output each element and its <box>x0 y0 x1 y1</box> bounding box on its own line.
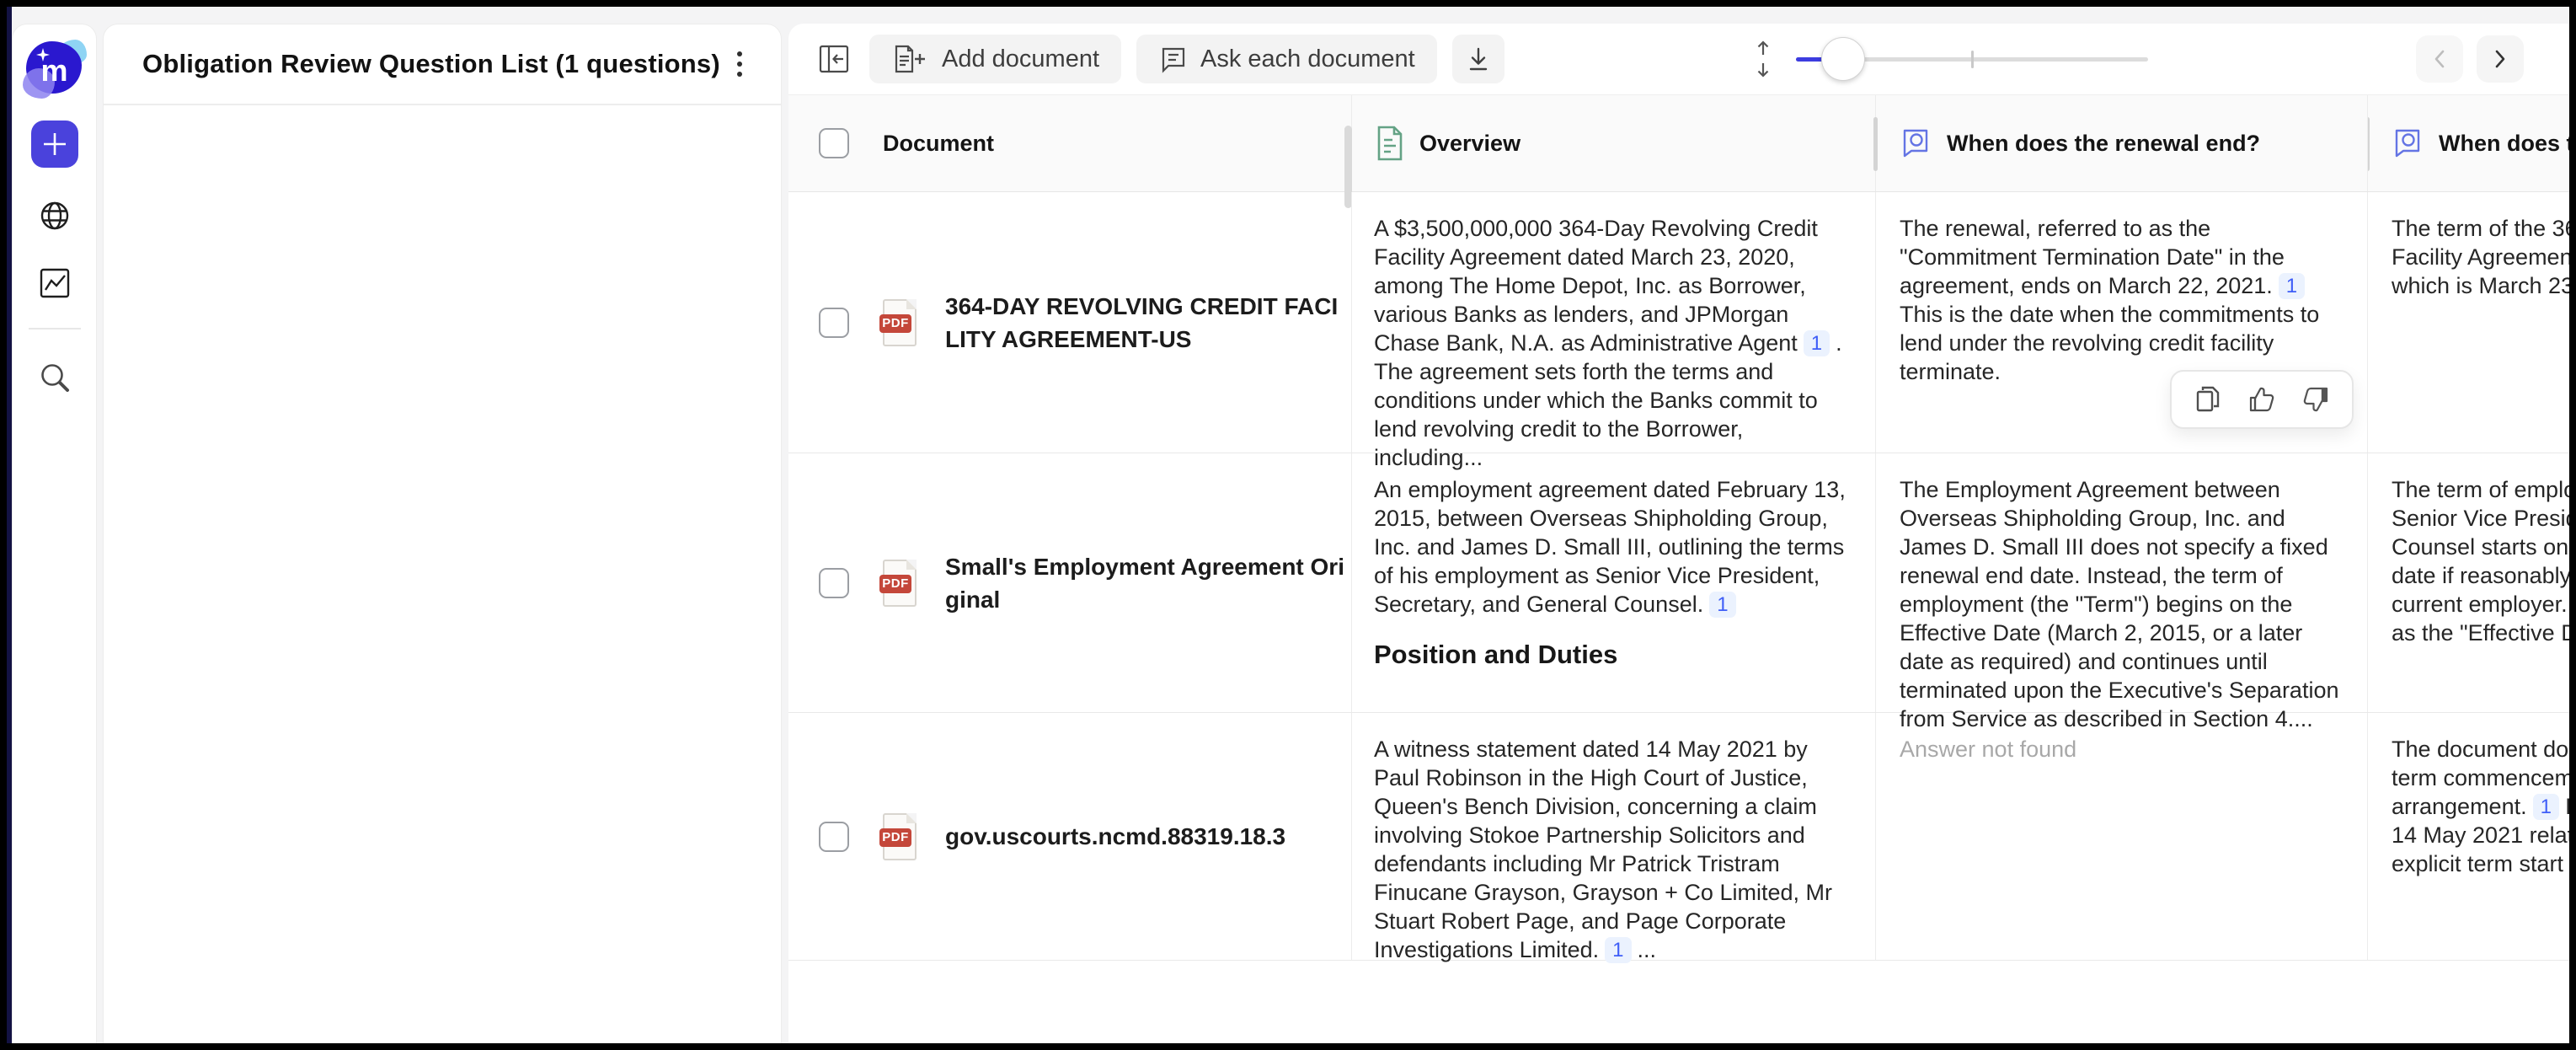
pdf-badge: PDF <box>879 314 911 333</box>
collapse-panel-icon <box>818 44 850 74</box>
row-checkbox[interactable] <box>819 822 849 852</box>
add-document-label: Add document <box>942 46 1099 73</box>
citation-chip[interactable]: 1 <box>1804 330 1830 356</box>
overview-section-heading: Position and Duties <box>1374 640 1853 669</box>
header-document[interactable]: Document <box>849 95 1351 191</box>
chevron-right-icon <box>2491 48 2509 70</box>
kebab-icon <box>737 51 742 56</box>
column-resize-handle[interactable] <box>1873 117 1878 171</box>
sidebar-divider <box>29 328 81 329</box>
search-icon <box>36 359 73 396</box>
download-icon <box>1464 45 1493 73</box>
table-row[interactable]: PDF gov.uscourts.ncmd.88319.18.3 A witne… <box>788 713 2569 961</box>
citation-chip[interactable]: 1 <box>1605 937 1631 963</box>
table-empty-area <box>788 961 2569 1043</box>
slider-midpoint-tick <box>1971 51 1974 68</box>
document-name: gov.uscourts.ncmd.88319.18.3 <box>945 820 1351 853</box>
answer-not-found: Answer not found <box>1900 737 2076 762</box>
row-select-cell <box>788 713 849 960</box>
document-cell[interactable]: PDF gov.uscourts.ncmd.88319.18.3 <box>849 713 1351 960</box>
answer-cell-renewal[interactable]: The renewal, referred to as the "Commitm… <box>1875 192 2367 453</box>
logo-letter: m <box>23 38 87 99</box>
row-height-icon[interactable] <box>1752 35 1774 83</box>
header-overview[interactable]: Overview <box>1351 95 1875 191</box>
question-list-panel: Obligation Review Question List (1 quest… <box>103 24 782 1043</box>
answer-feedback-toolbar <box>2170 370 2354 429</box>
citation-chip[interactable]: 1 <box>1709 592 1735 618</box>
plus-icon <box>40 130 69 158</box>
answer-cell-renewal[interactable]: Answer not found <box>1875 713 2367 960</box>
citation-chip[interactable]: 1 <box>2279 273 2305 299</box>
header-select-cell <box>788 95 849 191</box>
pdf-badge: PDF <box>879 828 911 847</box>
collapse-panel-button[interactable] <box>810 35 858 83</box>
ask-each-document-button[interactable]: Ask each document <box>1136 35 1437 83</box>
app-window: m <box>0 0 2576 1050</box>
download-button[interactable] <box>1452 35 1504 83</box>
ask-each-document-label: Ask each document <box>1200 46 1415 73</box>
add-document-button[interactable]: Add document <box>869 35 1121 83</box>
citation-chip[interactable]: 1 <box>2533 794 2559 820</box>
answer-cell-clipped[interactable]: The term of the 36 Facility Agreement wh… <box>2367 192 2569 453</box>
answer-cell-clipped[interactable]: The term of emplo Senior Vice Presid Cou… <box>2367 453 2569 712</box>
question-bubble-icon <box>1898 126 1933 161</box>
copy-icon[interactable] <box>2194 385 2222 414</box>
pager <box>2416 35 2524 83</box>
pdf-file-icon: PDF <box>879 560 918 607</box>
overview-doc-icon <box>1374 125 1406 162</box>
overview-cell[interactable]: A $3,500,000,000 364-Day Revolving Credi… <box>1351 192 1875 453</box>
thumbs-up-icon[interactable] <box>2247 385 2276 414</box>
document-name: 364-DAY REVOLVING CREDIT FACILITY AGREEM… <box>945 290 1351 356</box>
table-row[interactable]: PDF Small's Employment Agreement Origina… <box>788 453 2569 713</box>
sidebar-add-button[interactable] <box>31 121 78 168</box>
column-width-slider[interactable] <box>1796 35 2148 83</box>
slider-thumb[interactable] <box>1821 37 1865 81</box>
row-checkbox[interactable] <box>819 308 849 338</box>
document-plus-icon <box>891 44 930 74</box>
app-background: m <box>7 7 2569 1043</box>
thumbs-down-icon[interactable] <box>2301 385 2330 414</box>
toolbar: Add document Ask each document <box>788 24 2569 94</box>
answer-cell-renewal[interactable]: The Employment Agreement between Oversea… <box>1875 453 2367 712</box>
sparkle-icon <box>36 48 50 62</box>
next-page-button[interactable] <box>2477 35 2524 83</box>
table-header: Document Overview <box>788 94 2569 192</box>
chevron-left-icon <box>2430 48 2449 70</box>
sidebar-item-analytics[interactable] <box>35 264 74 303</box>
sidebar-item-search[interactable] <box>35 358 74 397</box>
row-select-cell <box>788 453 849 712</box>
sidebar: m <box>12 24 97 1043</box>
document-cell[interactable]: PDF 364-DAY REVOLVING CREDIT FACILITY AG… <box>849 192 1351 453</box>
document-name: Small's Employment Agreement Original <box>945 550 1351 616</box>
sidebar-item-browse[interactable] <box>35 196 74 235</box>
header-question-2[interactable]: When does th <box>2367 95 2569 191</box>
pdf-file-icon: PDF <box>879 299 918 346</box>
column-resize-handle[interactable] <box>2367 117 2370 171</box>
prev-page-button[interactable] <box>2416 35 2463 83</box>
table-row[interactable]: PDF 364-DAY REVOLVING CREDIT FACILITY AG… <box>788 192 2569 453</box>
brand-logo[interactable]: m <box>23 38 87 99</box>
overview-cell[interactable]: A witness statement dated 14 May 2021 by… <box>1351 713 1875 960</box>
select-all-checkbox[interactable] <box>819 128 849 158</box>
pdf-file-icon: PDF <box>879 813 918 860</box>
page-title: Obligation Review Question List (1 quest… <box>142 49 730 79</box>
chat-icon <box>1158 44 1189 74</box>
row-select-cell <box>788 192 849 453</box>
question-bubble-icon <box>2390 126 2425 161</box>
question-list-header: Obligation Review Question List (1 quest… <box>104 24 781 105</box>
chart-icon <box>37 265 72 301</box>
pdf-badge: PDF <box>879 575 911 593</box>
document-cell[interactable]: PDF Small's Employment Agreement Origina… <box>849 453 1351 712</box>
question-list-menu-button[interactable] <box>730 45 749 83</box>
globe-icon <box>37 198 72 233</box>
row-checkbox[interactable] <box>819 568 849 598</box>
toolbar-right <box>1752 35 2547 83</box>
header-question-renewal[interactable]: When does the renewal end? <box>1875 95 2367 191</box>
overview-cell[interactable]: An employment agreement dated February 1… <box>1351 453 1875 712</box>
answer-cell-clipped[interactable]: The document doe term commenceme arrange… <box>2367 713 2569 960</box>
main-panel: Add document Ask each document <box>788 24 2569 1043</box>
